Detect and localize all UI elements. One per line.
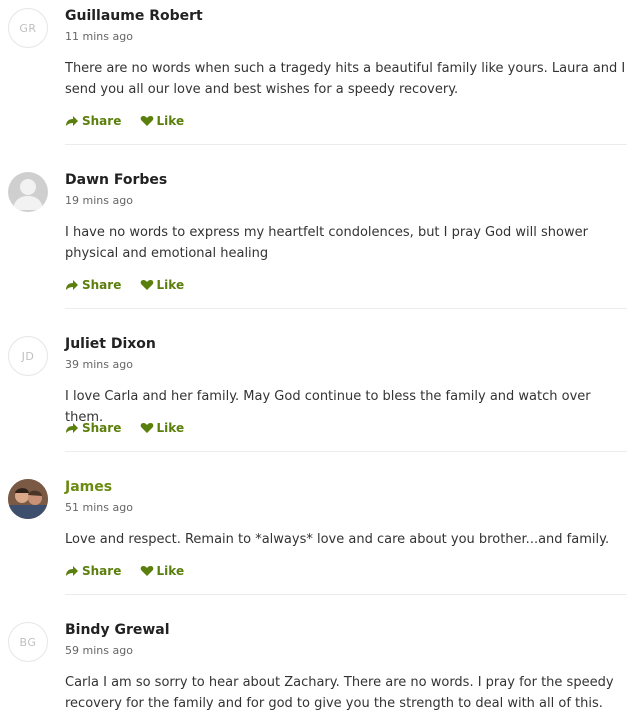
heart-icon — [140, 423, 153, 433]
avatar-initials: JD — [21, 349, 35, 363]
avatar: JD — [8, 336, 48, 376]
comment-divider — [65, 594, 627, 595]
commenter-name: Guillaume Robert — [65, 8, 203, 24]
heart-icon — [140, 116, 153, 126]
share-arrow-icon — [66, 423, 78, 433]
heart-icon — [140, 280, 153, 290]
comment-actions: Share Like — [65, 278, 198, 294]
heart-icon — [140, 566, 153, 576]
like-button[interactable]: Like — [140, 564, 185, 578]
user-silhouette-icon — [13, 179, 43, 210]
share-button[interactable]: Share — [65, 278, 121, 292]
avatar-initials: BG — [19, 635, 37, 649]
share-button[interactable]: Share — [65, 114, 121, 128]
commenter-name: Juliet Dixon — [65, 336, 156, 352]
share-button[interactable]: Share — [65, 421, 121, 435]
comment-timestamp: 39 mins ago — [65, 358, 133, 371]
share-label: Share — [82, 421, 122, 435]
comment-divider — [65, 144, 627, 145]
share-label: Share — [82, 278, 122, 292]
avatar — [8, 479, 48, 519]
commenter-name[interactable]: James — [65, 479, 112, 495]
comment-actions: Share Like — [65, 564, 198, 580]
share-arrow-icon — [66, 566, 78, 576]
share-label: Share — [82, 564, 122, 578]
avatar: GR — [8, 8, 48, 48]
comment-timestamp: 19 mins ago — [65, 194, 133, 207]
comment-text: Carla I am so sorry to hear about Zachar… — [65, 675, 614, 711]
comment-timestamp: 51 mins ago — [65, 501, 133, 514]
like-label: Like — [156, 114, 185, 128]
avatar — [8, 172, 48, 212]
commenter-name: Dawn Forbes — [65, 172, 168, 188]
comment-divider — [65, 451, 627, 452]
like-button[interactable]: Like — [140, 114, 185, 128]
like-label: Like — [156, 421, 185, 435]
comment-timestamp: 59 mins ago — [65, 644, 133, 657]
like-label: Like — [156, 564, 185, 578]
comment-text: Love and respect. Remain to *always* lov… — [65, 532, 610, 547]
commenter-name: Bindy Grewal — [65, 622, 170, 638]
avatar-initials: GR — [19, 21, 37, 35]
like-button[interactable]: Like — [140, 421, 185, 435]
comment-actions: Share Like — [65, 114, 198, 130]
comment-text: I have no words to express my heartfelt … — [65, 225, 588, 261]
share-label: Share — [82, 114, 122, 128]
share-arrow-icon — [66, 116, 78, 126]
profile-photo-icon — [8, 479, 48, 519]
share-button[interactable]: Share — [65, 564, 121, 578]
like-label: Like — [156, 278, 185, 292]
comment-timestamp: 11 mins ago — [65, 30, 133, 43]
comment-divider — [65, 308, 627, 309]
comment-text: There are no words when such a tragedy h… — [65, 61, 626, 97]
share-arrow-icon — [66, 280, 78, 290]
avatar: BG — [8, 622, 48, 662]
like-button[interactable]: Like — [140, 278, 185, 292]
comment-actions: Share Like — [65, 421, 198, 437]
